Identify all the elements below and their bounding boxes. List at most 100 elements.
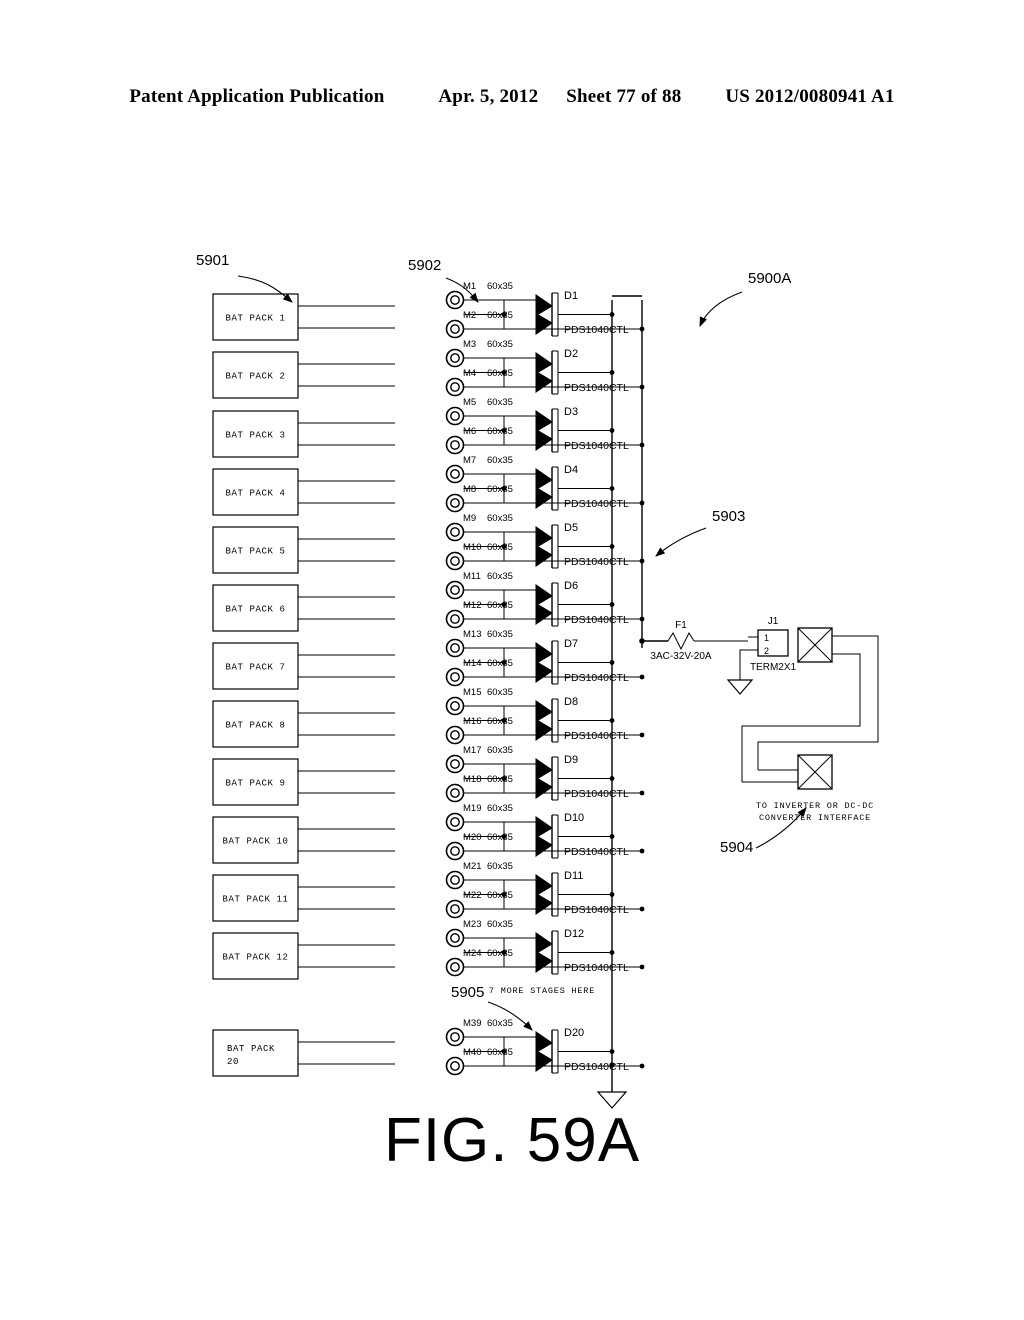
terminal-size-bottom: 60x35: [487, 890, 513, 901]
terminal-top-inner: [450, 875, 460, 885]
terminal-size-top: 60x35: [487, 281, 513, 292]
battery-pack-label: BAT PACK 7: [225, 663, 285, 673]
battery-pack: BAT PACK 4: [212, 468, 395, 516]
diode-triangle-lower: [535, 660, 553, 683]
terminal-designator-top: M15: [463, 687, 481, 698]
diode-designator: D3: [564, 406, 578, 418]
diode-designator: D4: [564, 464, 578, 476]
connector-designator: J1: [768, 616, 779, 627]
terminal-bottom-inner: [450, 788, 460, 798]
terminal-designator-top: M19: [463, 803, 481, 814]
terminal-size-bottom: 60x35: [487, 948, 513, 959]
anode-junction-dot: [501, 544, 507, 549]
diode-stage-column: M1 60x35 M2 60x35 D1 PDS1040CTL M3 60x35 M4 60x35…: [445, 281, 645, 977]
anode-junction-dot: [501, 1049, 507, 1054]
final-stage-group: M39 60x35 M40 60x35 D20 PDS1040CTL: [445, 1018, 645, 1076]
battery-pack: BAT PACK 1: [212, 293, 395, 341]
diode-triangle-upper: [535, 700, 553, 723]
fuse-designator: F1: [675, 620, 687, 631]
terminal-designator-bottom: M22: [463, 890, 481, 901]
inverter-note-line-1: TO INVERTER OR DC-DC: [756, 801, 874, 811]
terminal-designator-bottom: M24: [463, 948, 481, 959]
terminal-designator-bottom: M20: [463, 832, 481, 843]
terminal-size-top: 60x35: [487, 919, 513, 930]
battery-pack: BAT PACK 3: [212, 410, 395, 458]
diode-designator: D6: [564, 580, 578, 592]
terminal-top-inner: [450, 933, 460, 943]
battery-pack: BAT PACK 8: [212, 700, 395, 748]
terminal-bottom-inner: [450, 1061, 460, 1071]
diode-triangle-upper: [535, 758, 553, 781]
terminal-size-bottom: 60x35: [487, 658, 513, 669]
anode-junction-dot: [501, 486, 507, 491]
terminal-top-inner: [450, 759, 460, 769]
terminal-size-top: 60x35: [487, 571, 513, 582]
terminal-designator-bottom: M6: [463, 426, 476, 437]
diode-stage-group: M23 60x35 M24 60x35 D12 PDS1040CTL: [445, 919, 645, 977]
return-junction-dot: [639, 964, 645, 970]
diode-stage-group: M5 60x35 M6 60x35 D3 PDS1040CTL: [445, 397, 645, 455]
diode-triangle-upper: [535, 874, 553, 897]
terminal-designator-bottom: M14: [463, 658, 481, 669]
anode-junction-dot: [501, 312, 507, 317]
diode-part-number: PDS1040CTL: [564, 962, 629, 974]
terminal-top-inner: [450, 1032, 460, 1042]
terminal-bottom-inner: [450, 846, 460, 856]
terminal-top-inner: [450, 643, 460, 653]
reference-leader-line: [655, 527, 707, 557]
terminal-bottom-inner: [450, 440, 460, 450]
terminal-designator-bottom: M12: [463, 600, 481, 611]
diode-part-number: PDS1040CTL: [564, 846, 629, 858]
terminal-designator-top: M3: [463, 339, 476, 350]
diode-part-number: PDS1040CTL: [564, 382, 629, 394]
diode-stage-group: M11 60x35 M12 60x35 D6 PDS1040CTL: [445, 571, 645, 629]
anode-junction-dot: [501, 602, 507, 607]
anode-junction-dot: [501, 718, 507, 723]
battery-pack-label: BAT PACK 12: [222, 953, 288, 963]
diode-part-number: PDS1040CTL: [564, 324, 629, 336]
diode-triangle-lower: [535, 718, 553, 741]
terminal-designator-top: M23: [463, 919, 481, 930]
terminal-top-inner: [450, 295, 460, 305]
terminal-designator-top: M13: [463, 629, 481, 640]
diode-designator: D20: [564, 1027, 584, 1039]
return-junction-dot: [639, 906, 645, 912]
diode-triangle-upper: [535, 932, 553, 955]
diode-part-number: PDS1040CTL: [564, 788, 629, 800]
terminal-bottom-inner: [450, 324, 460, 334]
terminal-bottom-inner: [450, 556, 460, 566]
terminal-size-bottom: 60x35: [487, 542, 513, 553]
terminal-top-inner: [450, 527, 460, 537]
diode-part-number: PDS1040CTL: [564, 904, 629, 916]
reference-numeral-5900A: 5900A: [699, 270, 791, 328]
diode-triangle-lower: [535, 892, 553, 915]
battery-pack-label: BAT PACK 9: [225, 779, 285, 789]
return-junction-dot: [639, 674, 645, 680]
diode-part-number: PDS1040CTL: [564, 440, 629, 452]
diode-part-number: PDS1040CTL: [564, 1061, 629, 1073]
diode-stage-group: M15 60x35 M16 60x35 D8 PDS1040CTL: [445, 687, 645, 745]
return-junction-dot: [639, 790, 645, 796]
diode-triangle-lower: [535, 776, 553, 799]
diode-part-number: PDS1040CTL: [564, 614, 629, 626]
diode-stage-group: M13 60x35 M14 60x35 D7 PDS1040CTL: [445, 629, 645, 687]
diode-triangle-upper: [535, 642, 553, 665]
diode-designator: D9: [564, 754, 578, 766]
diode-part-number: PDS1040CTL: [564, 672, 629, 684]
diode-stage-group: M1 60x35 M2 60x35 D1 PDS1040CTL: [445, 281, 645, 339]
battery-pack: BAT PACK 12: [212, 932, 395, 980]
return-junction-dot: [639, 848, 645, 854]
reference-leader-line: [699, 291, 743, 328]
battery-pack-label: BAT PACK 5: [225, 547, 285, 557]
interface-terminal-lower: [742, 754, 833, 790]
battery-pack: BAT PACK 11: [212, 874, 395, 922]
diode-designator: D12: [564, 928, 584, 940]
return-junction-dot: [639, 732, 645, 738]
terminal-designator-bottom: M10: [463, 542, 481, 553]
diode-triangle-upper: [535, 352, 553, 375]
fuse-f1: F1 3AC-32V-20A: [639, 620, 748, 662]
terminal-bottom-inner: [450, 672, 460, 682]
reference-numeral-label: 5904: [720, 839, 753, 856]
fuse-rating: 3AC-32V-20A: [650, 651, 711, 662]
terminal-designator-top: M17: [463, 745, 481, 756]
